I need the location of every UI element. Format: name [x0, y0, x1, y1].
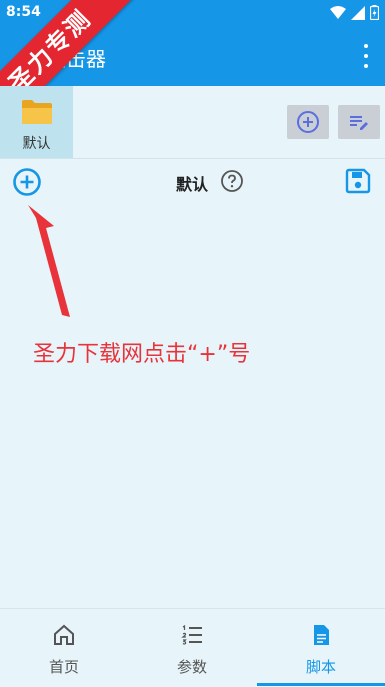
folder-bar: 默认: [0, 86, 385, 159]
help-circle-icon[interactable]: [220, 169, 244, 193]
save-icon[interactable]: [344, 167, 372, 195]
annotation-text: 圣力下载网点击“+”号: [33, 342, 251, 367]
script-header: 默认: [0, 159, 385, 205]
status-time: 8:54: [6, 4, 41, 20]
folder-label: 默认: [22, 136, 51, 152]
nav-label-params: 参数: [176, 658, 207, 676]
nav-item-script[interactable]: 脚本: [257, 609, 385, 687]
edit-list-icon: [350, 116, 368, 130]
home-icon: [54, 624, 74, 645]
nav-item-home[interactable]: 首页: [0, 609, 128, 687]
edit-list-button[interactable]: [338, 105, 380, 139]
add-folder-button[interactable]: [287, 105, 329, 139]
signal-icon: [351, 5, 365, 20]
battery-icon: [370, 5, 379, 20]
wifi-icon: [330, 5, 346, 19]
bottom-nav: 首页 参数 脚本: [0, 608, 385, 687]
folder-icon: [22, 100, 52, 124]
nav-item-params[interactable]: 参数: [128, 609, 256, 687]
overflow-menu-button[interactable]: [361, 44, 371, 68]
script-title: 默认: [176, 175, 209, 194]
nav-label-script: 脚本: [305, 658, 336, 676]
add-circle-icon: [297, 111, 319, 133]
document-icon: [314, 625, 329, 645]
status-icons: [330, 5, 379, 20]
add-circle-icon[interactable]: [12, 167, 42, 197]
nav-label-home: 首页: [48, 658, 79, 676]
list-icon: [181, 624, 202, 645]
folder-tab-default[interactable]: 默认: [0, 86, 73, 158]
